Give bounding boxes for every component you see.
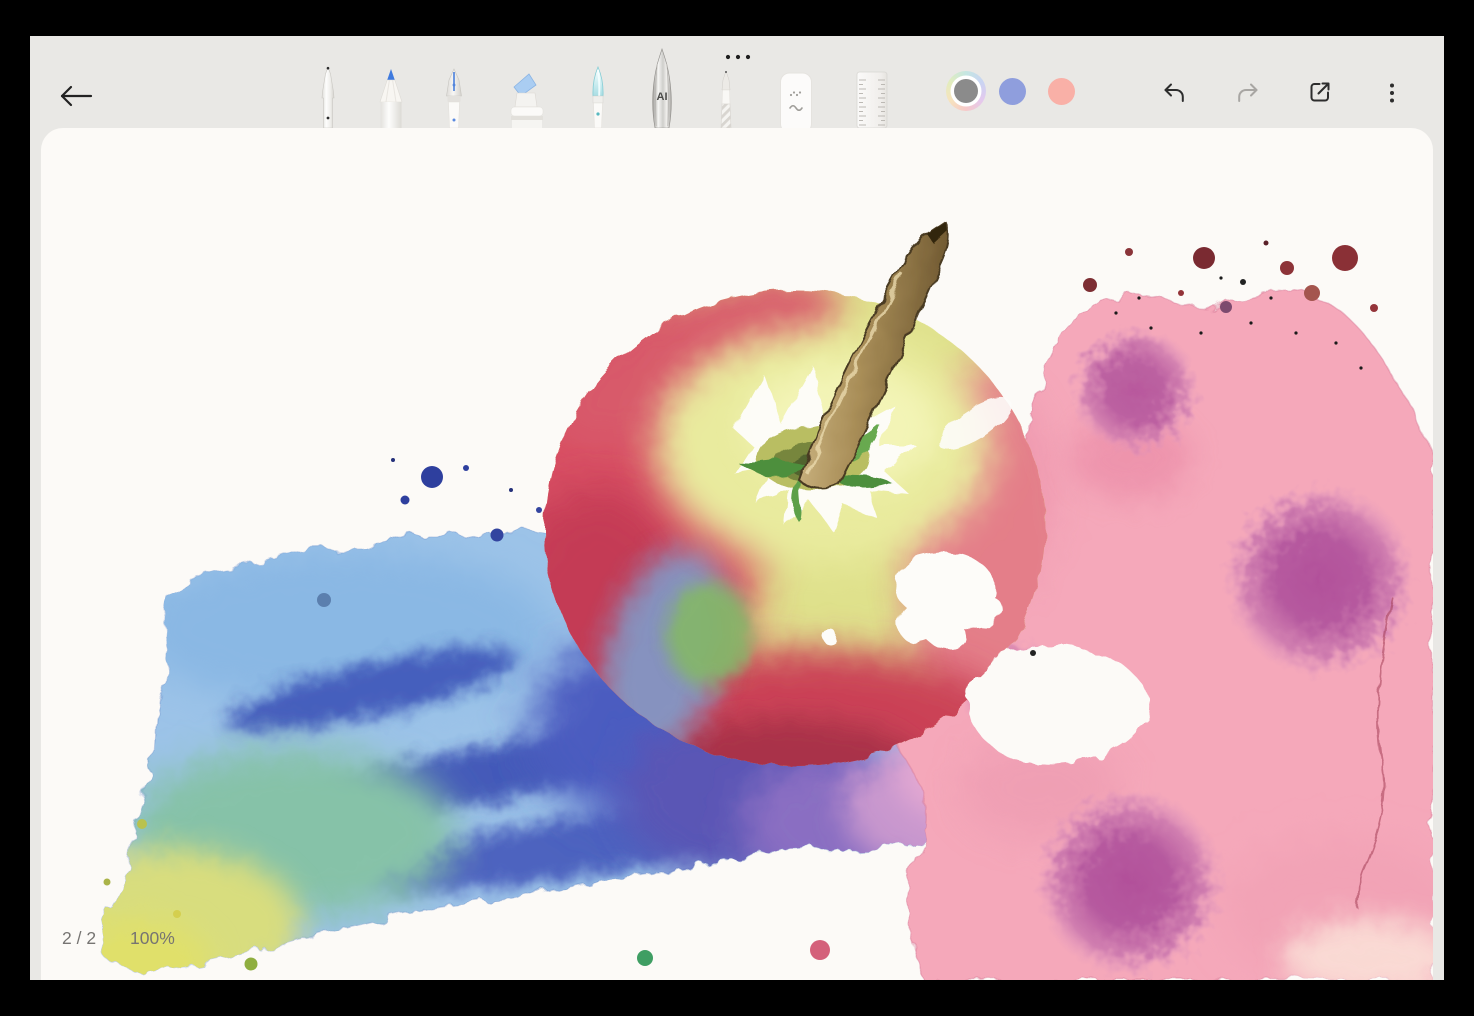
tool-calligraphy-pen[interactable] bbox=[716, 70, 736, 128]
redo-button[interactable] bbox=[1226, 71, 1270, 115]
ballpoint-pen-icon bbox=[316, 66, 340, 128]
tool-ballpoint-pen[interactable] bbox=[316, 66, 340, 128]
eraser-icon bbox=[779, 71, 813, 128]
tool-fountain-pen[interactable] bbox=[440, 68, 468, 128]
tool-eraser[interactable] bbox=[779, 71, 813, 128]
pencil-icon bbox=[376, 68, 406, 128]
ai-pen-label: AI bbox=[657, 91, 668, 103]
undo-button[interactable] bbox=[1152, 71, 1196, 115]
ruler-icon bbox=[856, 70, 888, 128]
fountain-pen-icon bbox=[440, 68, 468, 128]
canvas-statusbar: 2 / 2 100% bbox=[41, 928, 341, 954]
color-swatch-salmon[interactable] bbox=[1048, 78, 1075, 105]
back-button[interactable] bbox=[54, 74, 98, 118]
color-swatch-periwinkle[interactable] bbox=[999, 78, 1026, 105]
color-picker-swatch[interactable] bbox=[946, 71, 986, 111]
more-options-button[interactable] bbox=[1370, 71, 1414, 115]
redo-icon bbox=[1235, 80, 1261, 106]
back-arrow-icon bbox=[58, 84, 94, 108]
tool-ai-pen[interactable]: AI bbox=[649, 48, 675, 128]
tool-brush[interactable] bbox=[587, 66, 609, 128]
page-indicator[interactable]: 2 / 2 bbox=[62, 928, 96, 949]
highlighter-icon bbox=[505, 71, 549, 128]
drawing-app-window: AI bbox=[30, 36, 1444, 980]
kebab-menu-icon bbox=[1379, 80, 1405, 106]
tool-ruler[interactable] bbox=[856, 70, 888, 128]
ellipsis-handle-icon bbox=[723, 50, 753, 64]
watercolor-artwork bbox=[41, 128, 1433, 980]
tool-highlighter[interactable] bbox=[505, 71, 549, 128]
brush-icon bbox=[587, 66, 609, 128]
color-picker-current-color bbox=[954, 79, 978, 103]
undo-icon bbox=[1161, 80, 1187, 106]
share-button[interactable] bbox=[1298, 70, 1342, 114]
open-in-new-icon bbox=[1307, 79, 1333, 105]
drawing-canvas[interactable]: 2 / 2 100% bbox=[41, 128, 1433, 980]
screen: AI bbox=[0, 0, 1474, 1016]
tool-pencil[interactable] bbox=[376, 68, 406, 128]
toolbar-handle[interactable] bbox=[723, 50, 753, 64]
zoom-level[interactable]: 100% bbox=[130, 928, 175, 949]
ai-pen-icon: AI bbox=[649, 48, 675, 128]
calligraphy-pen-icon bbox=[716, 70, 736, 128]
